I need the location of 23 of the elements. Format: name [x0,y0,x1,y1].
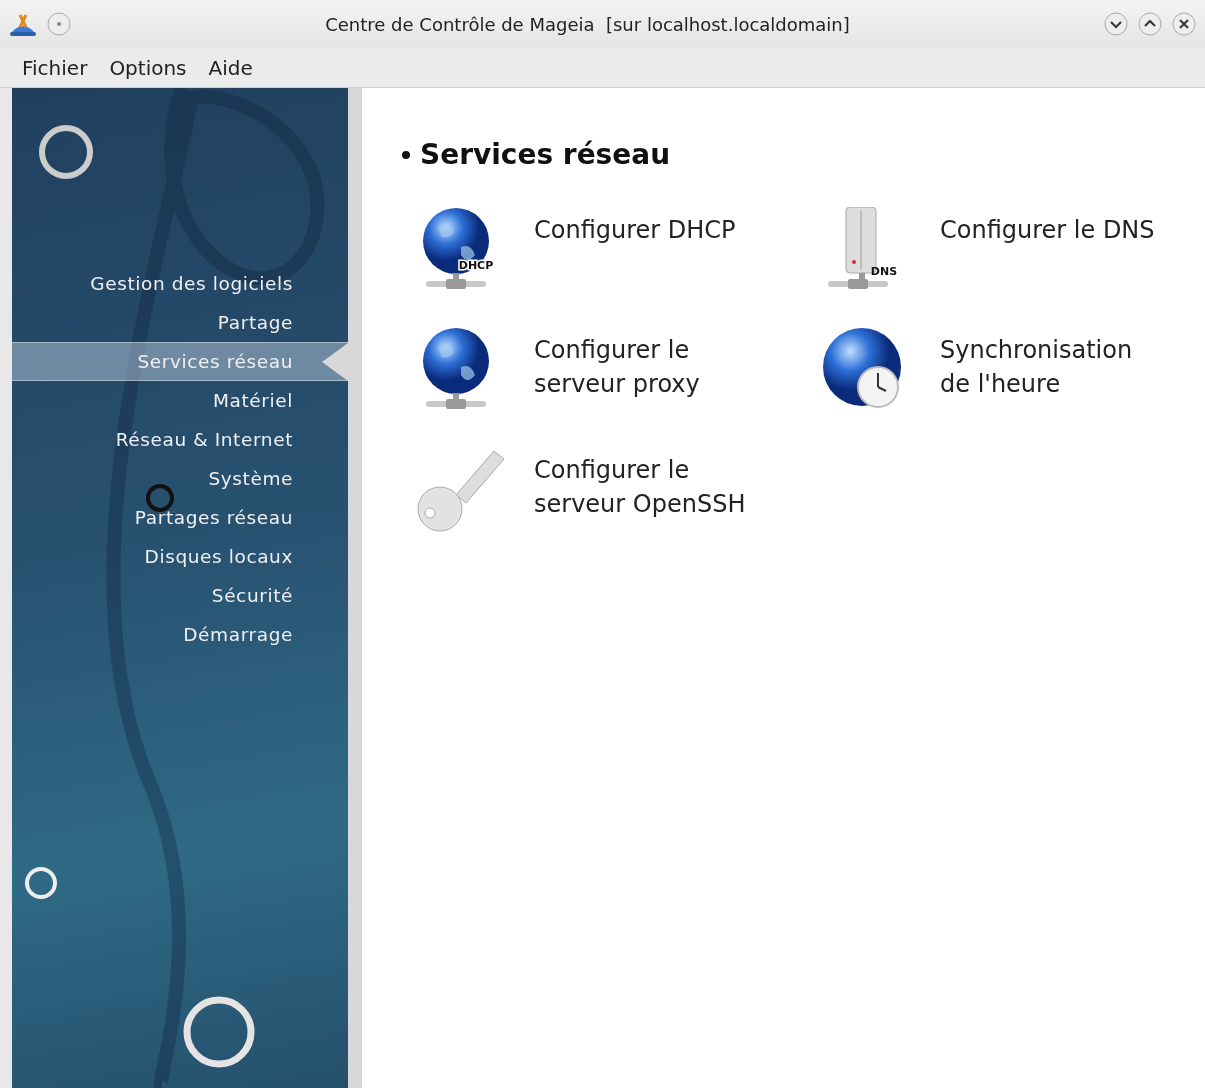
sidebar-item[interactable]: Partages réseau [12,498,348,537]
menu-item[interactable]: Aide [204,53,257,82]
sidebar-item[interactable]: Matériel [12,381,348,420]
tool-label[interactable]: Configurer le serveur OpenSSH [534,447,752,521]
bullet-icon [402,150,410,159]
sidebar-item[interactable]: Système [12,459,348,498]
close-button[interactable] [1171,11,1197,37]
sidebar-item[interactable]: Sécurité [12,576,348,615]
minimize-button[interactable] [1103,11,1129,37]
window-title: Centre de Contrôle de Mageia [sur localhost.localdomain] [324,13,851,35]
section-heading: Services réseau [420,138,671,171]
maximize-button[interactable] [1137,11,1163,37]
tool-label[interactable]: Synchronisation de l'heure [940,327,1158,401]
tool-label[interactable]: Configurer le serveur proxy [534,327,752,401]
menu-item[interactable]: Fichier [18,53,92,82]
sidebar-item[interactable]: Gestion des logiciels [12,264,348,303]
tool-label[interactable]: Configurer DHCP [534,207,752,247]
sidebar-item[interactable]: Démarrage [12,615,348,654]
sidebar-item[interactable]: Partage [12,303,348,342]
menu-item[interactable]: Options [105,53,191,82]
tool-label[interactable]: Configurer le DNS [940,207,1158,247]
sidebar-item[interactable]: Réseau & Internet [12,420,348,459]
sidebar-item[interactable]: Disques locaux [12,537,348,576]
